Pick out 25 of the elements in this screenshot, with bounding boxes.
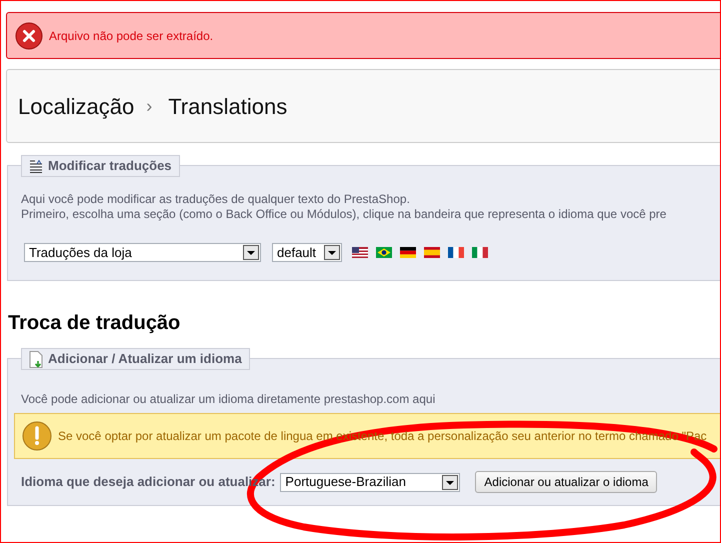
legend-text: Adicionar / Atualizar um idioma — [48, 350, 242, 368]
breadcrumb-separator: › — [146, 94, 152, 118]
add-update-button[interactable]: Adicionar ou atualizar o idioma — [475, 471, 658, 493]
page-title: Translations — [168, 92, 288, 120]
section-title: Troca de tradução — [8, 311, 182, 335]
legend-text: Modificar traduções — [48, 157, 172, 176]
flag-icon[interactable] — [400, 247, 416, 258]
theme-select[interactable]: default — [272, 243, 342, 262]
flag-icon[interactable] — [448, 247, 464, 258]
error-icon — [15, 22, 43, 50]
caret-icon — [442, 474, 458, 490]
description-text: Primeiro, escolha uma seção (como o Back Office ou Módulos), clique na bandeira que representa o idioma que você pre — [21, 207, 668, 222]
error-message: Arquivo não pode ser extraído. — [49, 28, 214, 44]
description-text: Aqui você pode modificar as traduções de qualquer texto do PrestaShop. — [21, 192, 411, 207]
translation-type-select[interactable]: Traduções da loja — [24, 243, 261, 262]
flag-icon[interactable] — [352, 247, 368, 258]
intro-text: Você pode adicionar ou atualizar um idioma diretamente prestashop.com aqui — [21, 391, 436, 408]
language-select[interactable]: Portuguese-Brazilian — [280, 472, 460, 492]
breadcrumb-link[interactable]: Localização — [18, 90, 134, 122]
text-edit-icon — [29, 160, 43, 172]
caret-icon — [243, 245, 259, 260]
caret-icon — [324, 245, 340, 260]
download-file-icon — [29, 350, 43, 368]
warning-icon — [22, 421, 52, 451]
flag-icon[interactable] — [376, 247, 392, 258]
